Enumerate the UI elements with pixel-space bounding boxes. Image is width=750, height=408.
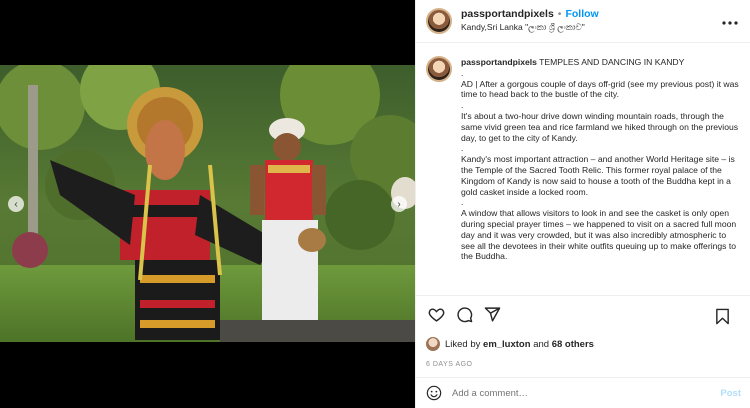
caption-dot: .: [461, 100, 464, 111]
instagram-post-modal: ‹ › passportandpixels • Follow Kandy,Sri…: [0, 0, 750, 408]
caption-dot: .: [461, 143, 464, 154]
add-comment-bar: Post: [416, 377, 750, 408]
caption-dot: .: [461, 197, 464, 208]
follow-button[interactable]: Follow: [565, 8, 598, 21]
post-actions: [416, 295, 750, 333]
likes-others-link[interactable]: 68 others: [552, 339, 594, 350]
caption-paragraph: Kandy's most important attraction – and …: [461, 154, 735, 197]
post-media: ‹ ›: [0, 0, 415, 408]
share-icon: [484, 307, 500, 322]
author-avatar[interactable]: [426, 8, 452, 34]
caption-paragraph: AD | After a gorgous couple of days off-…: [461, 78, 739, 100]
caption-paragraph: It's about a two-hour drive down winding…: [461, 110, 739, 143]
author-username[interactable]: passportandpixels: [461, 8, 554, 21]
comments-area: passportandpixels TEMPLES AND DANCING IN…: [416, 43, 750, 295]
heart-icon: [428, 308, 444, 322]
bookmark-icon: [715, 308, 729, 324]
share-button[interactable]: [482, 305, 502, 325]
chevron-left-icon: ‹: [14, 198, 18, 210]
separator-dot: •: [557, 8, 562, 20]
likes-prefix: Liked by: [445, 338, 481, 350]
likes-and: and: [533, 338, 550, 350]
post-photo: [0, 65, 415, 342]
caption-title: TEMPLES AND DANCING IN KANDY: [539, 57, 685, 67]
like-button[interactable]: [426, 305, 446, 325]
post-header: passportandpixels • Follow Kandy,Sri Lan…: [416, 0, 750, 43]
more-horizontal-icon: [722, 21, 738, 25]
post-location[interactable]: Kandy,Sri Lanka "ලංකා ශ්‍රී ලංකාව": [461, 21, 599, 34]
liker-username[interactable]: em_luxton: [483, 339, 531, 350]
caption-paragraph: A window that allows visitors to look in…: [461, 208, 737, 262]
save-button[interactable]: [712, 306, 732, 326]
likes-summary: Liked by em_luxton and 68 others: [416, 333, 750, 355]
chevron-right-icon: ›: [397, 198, 401, 210]
post-side-panel: passportandpixels • Follow Kandy,Sri Lan…: [415, 0, 750, 408]
liker-avatar[interactable]: [426, 337, 440, 351]
more-options-button[interactable]: [722, 12, 738, 28]
carousel-prev-button[interactable]: ‹: [8, 196, 24, 212]
emoji-icon[interactable]: [426, 385, 442, 401]
comment-button[interactable]: [454, 305, 474, 325]
carousel-next-button[interactable]: ›: [391, 196, 407, 212]
caption-username[interactable]: passportandpixels: [461, 57, 537, 67]
comment-input[interactable]: [452, 387, 721, 399]
post-caption: passportandpixels TEMPLES AND DANCING IN…: [461, 57, 740, 295]
caption-dot: .: [461, 67, 464, 78]
post-comment-button[interactable]: Post: [720, 388, 741, 399]
caption-author-avatar[interactable]: [426, 56, 452, 82]
comment-icon: [456, 307, 472, 323]
post-timestamp[interactable]: 6 DAYS AGO: [416, 355, 750, 373]
